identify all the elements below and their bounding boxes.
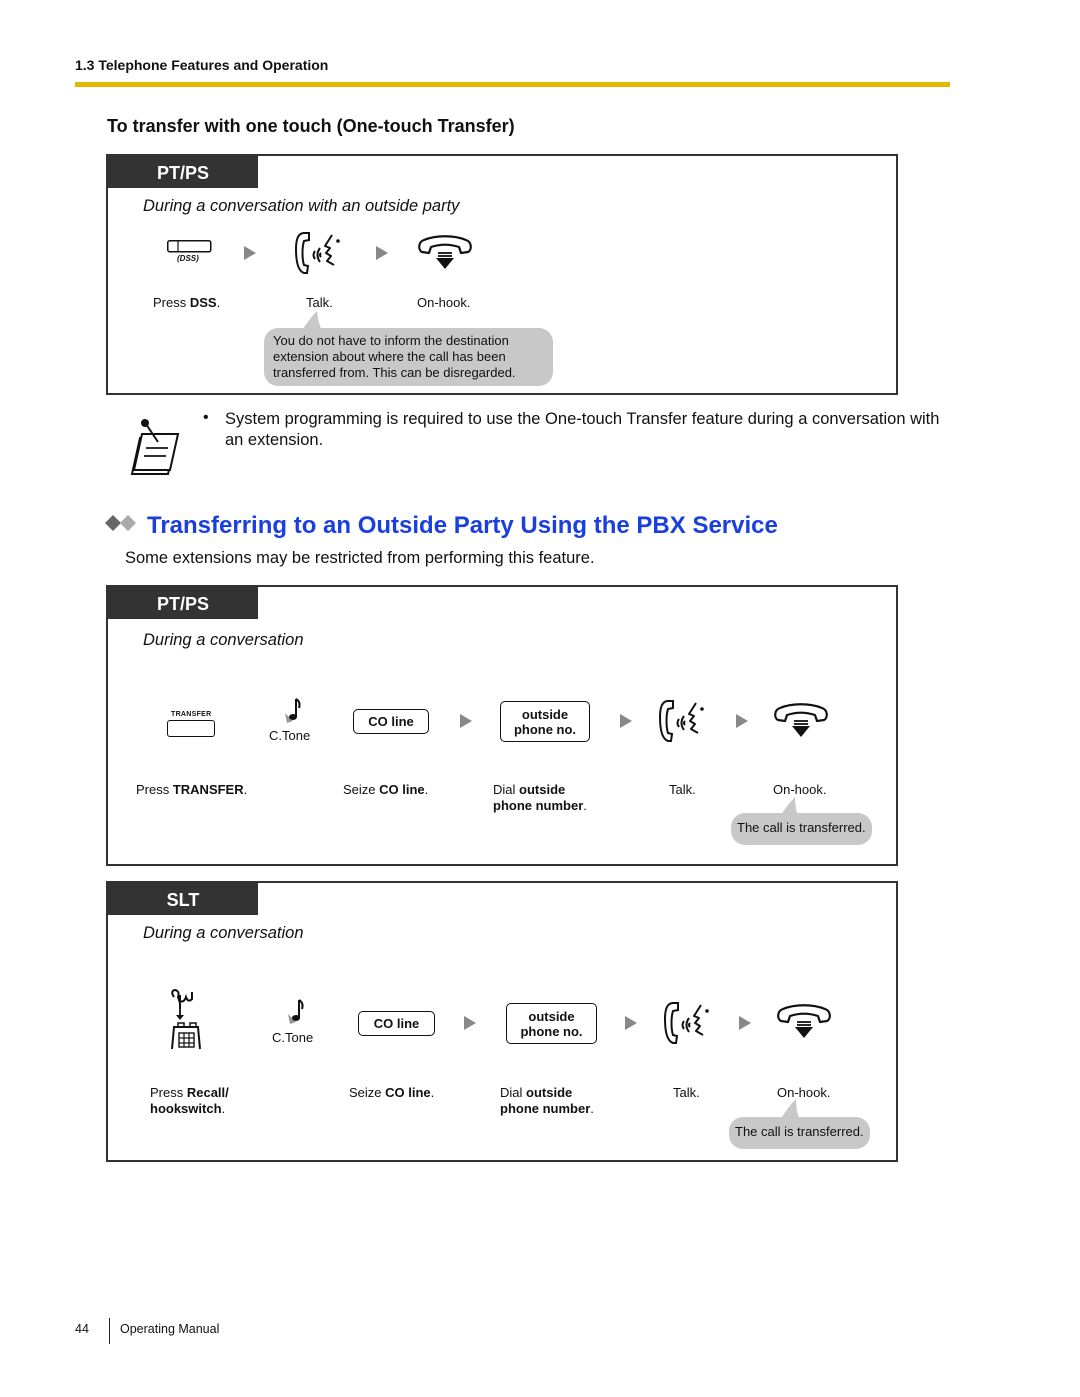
step-press-dss: Press DSS. <box>153 295 221 310</box>
footer-divider <box>109 1318 110 1344</box>
co-line-key: CO line <box>358 1011 435 1036</box>
step-talk: Talk. <box>673 1085 700 1100</box>
section-intro: Some extensions may be restricted from p… <box>125 549 595 567</box>
co-line-key: CO line <box>353 709 429 734</box>
outside-phone-number-key: outside phone no. <box>506 1003 597 1044</box>
step-arrow <box>620 714 632 728</box>
slt-procedure-box: SLT During a conversation C.Tone CO line <box>106 881 898 1162</box>
terminal-type-tag: SLT <box>108 883 258 915</box>
step-press-transfer: Press TRANSFER. <box>136 782 248 797</box>
on-hook-icon <box>772 702 830 745</box>
confirmation-tone-icon <box>286 998 306 1031</box>
header-rule <box>75 82 950 87</box>
info-bubble: You do not have to inform the destinatio… <box>264 328 553 386</box>
step-arrow <box>244 246 256 260</box>
note-bullet: • <box>203 409 209 426</box>
talk-icon <box>294 229 344 282</box>
situation-text: During a conversation with an outside pa… <box>143 197 460 215</box>
section-title: Transferring to an Outside Party Using t… <box>147 512 778 539</box>
step-arrow <box>376 246 388 260</box>
step-seize-co-line: Seize CO line. <box>343 782 429 797</box>
terminal-type-tag: PT/PS <box>108 587 258 619</box>
situation-text: During a conversation <box>143 631 304 649</box>
confirmation-tone-icon <box>283 697 303 730</box>
step-dial-outside-number: Dial outside phone number. <box>500 1085 594 1116</box>
hookswitch-icon <box>168 988 208 1056</box>
page-number: 44 <box>75 1322 89 1336</box>
step-press-recall-hookswitch: Press Recall/ hookswitch. <box>150 1085 229 1116</box>
step-dial-outside-number: Dial outside phone number. <box>493 782 587 813</box>
step-talk: Talk. <box>306 295 333 310</box>
one-touch-procedure-box: PT/PS During a conversation with an outs… <box>106 154 898 395</box>
note-text: System programming is required to use th… <box>225 410 940 449</box>
dss-key-icon: (DSS) <box>166 240 216 270</box>
outside-phone-number-key: outside phone no. <box>500 701 590 742</box>
talk-icon <box>663 999 713 1052</box>
dss-key-label: (DSS) <box>177 254 199 263</box>
step-arrow <box>460 714 472 728</box>
running-head: 1.3 Telephone Features and Operation <box>75 57 329 73</box>
note-icon <box>128 416 180 481</box>
transfer-key-label: TRANSFER <box>171 711 212 718</box>
result-bubble: The call is transferred. <box>731 813 872 845</box>
section-diamonds-icon <box>104 514 144 537</box>
situation-text: During a conversation <box>143 924 304 942</box>
transfer-key-icon: TRANSFER <box>166 711 218 741</box>
step-arrow <box>464 1016 476 1030</box>
pt-ps-procedure-box: PT/PS During a conversation TRANSFER C.T… <box>106 585 898 866</box>
step-arrow <box>739 1016 751 1030</box>
step-arrow <box>736 714 748 728</box>
step-seize-co-line: Seize CO line. <box>349 1085 435 1100</box>
talk-icon <box>658 697 708 750</box>
c-tone-label: C.Tone <box>272 1030 314 1045</box>
terminal-type-tag: PT/PS <box>108 156 258 188</box>
result-bubble: The call is transferred. <box>729 1117 870 1149</box>
manual-title: Operating Manual <box>120 1322 220 1336</box>
on-hook-icon <box>416 234 474 277</box>
on-hook-icon <box>775 1003 833 1046</box>
step-talk: Talk. <box>669 782 696 797</box>
one-touch-subheading: To transfer with one touch (One-touch Tr… <box>107 116 515 136</box>
step-on-hook: On-hook. <box>773 782 827 797</box>
c-tone-label: C.Tone <box>269 728 311 743</box>
step-arrow <box>625 1016 637 1030</box>
step-on-hook: On-hook. <box>417 295 471 310</box>
